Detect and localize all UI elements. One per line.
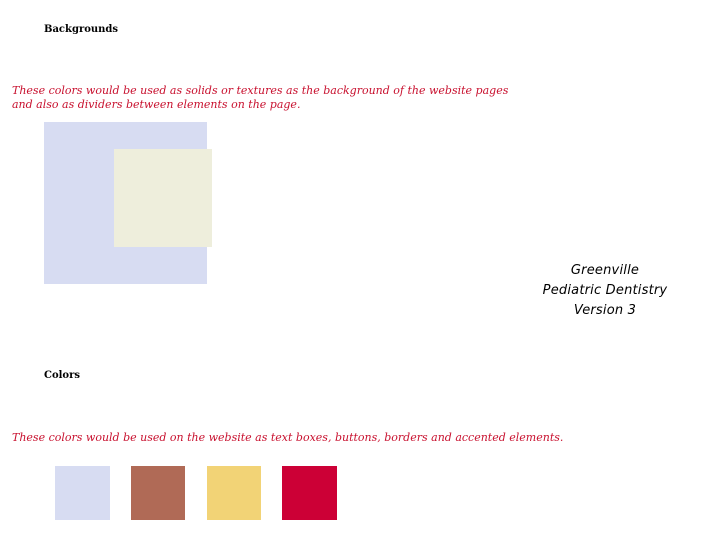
backgrounds-description-line2: and also as dividers between elements on…: [12, 98, 301, 111]
color-swatch-lavender: [55, 466, 110, 520]
brand-line-version: Version 3: [573, 303, 637, 318]
brand-line-name: Greenville: [570, 263, 640, 278]
backgrounds-heading: Backgrounds: [44, 24, 119, 35]
brand-text: Greenville Pediatric Dentistry Version 3: [530, 261, 680, 321]
color-swatch-yellow: [207, 466, 261, 520]
colors-description: These colors would be used on the websit…: [12, 431, 564, 444]
background-swatch-cream: [114, 149, 212, 247]
color-swatch-red: [282, 466, 337, 520]
color-swatch-brown: [131, 466, 185, 520]
colors-heading: Colors: [44, 370, 80, 381]
backgrounds-description-line1: These colors would be used as solids or …: [12, 84, 509, 97]
brand-line-specialty: Pediatric Dentistry: [542, 283, 668, 298]
style-guide-page: Backgrounds These colors would be used a…: [0, 0, 702, 541]
